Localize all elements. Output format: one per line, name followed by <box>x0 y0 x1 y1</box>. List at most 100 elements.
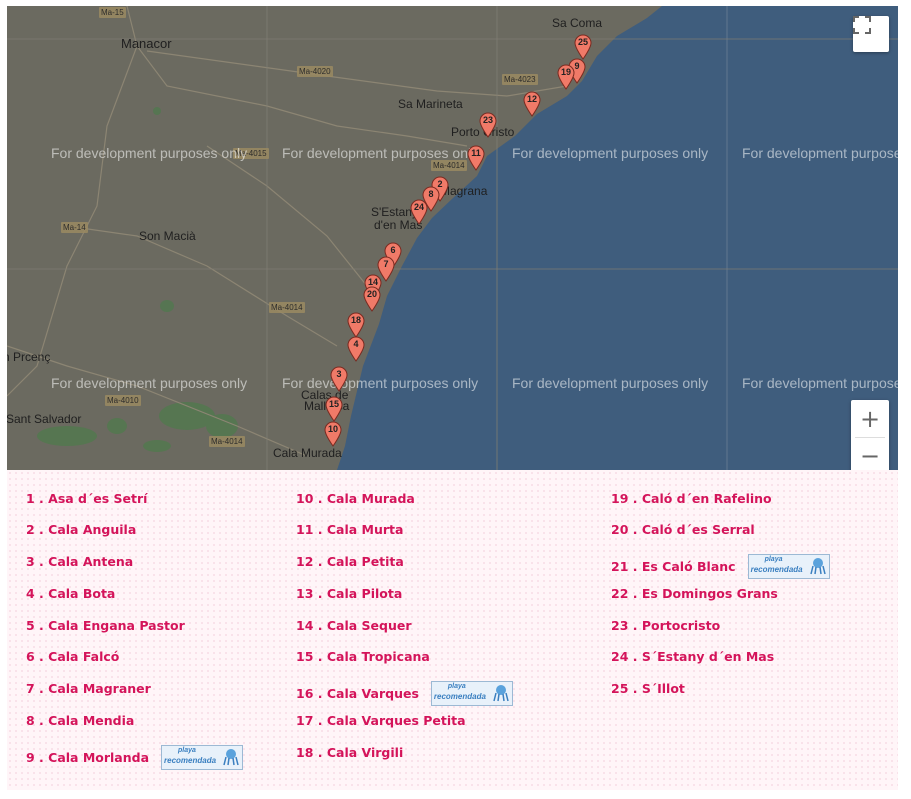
map-pin-number: 18 <box>350 315 361 325</box>
map-pin[interactable]: 18 <box>347 312 365 338</box>
map[interactable]: Manacor Sa Coma Sa Marineta Porto Cristo… <box>7 6 898 470</box>
map-pin-number: 20 <box>366 289 377 299</box>
beach-link[interactable]: 10 . Cala Murada <box>296 491 415 506</box>
zoom-control[interactable]: + − <box>851 400 889 470</box>
beach-list-item[interactable]: 9 . Cala Morlanda playa recomendada <box>26 745 244 770</box>
badge-text-recomendada: recomendada <box>164 756 217 765</box>
beach-list-item[interactable]: 3 . Cala Antena <box>26 554 133 569</box>
beach-link[interactable]: 5 . Cala Engana Pastor <box>26 618 185 633</box>
beach-list-item[interactable]: 12 . Cala Petita <box>296 554 404 569</box>
beach-list-item[interactable]: 22 . Es Domingos Grans <box>611 586 778 601</box>
road-label: Ma-4020 <box>297 66 333 77</box>
beach-link[interactable]: 3 . Cala Antena <box>26 554 133 569</box>
map-pin-number: 11 <box>471 148 481 158</box>
beach-link[interactable]: 24 . S´Estany d´en Mas <box>611 649 774 664</box>
map-pin[interactable]: 10 <box>324 421 342 447</box>
map-pin-number: 3 <box>336 369 342 379</box>
beach-list-item[interactable]: 14 . Cala Sequer <box>296 618 412 633</box>
watermark: For development purposes only <box>282 145 479 161</box>
beach-link[interactable]: 12 . Cala Petita <box>296 554 404 569</box>
beach-link[interactable]: 1 . Asa d´es Setrí <box>26 491 147 506</box>
zoom-out-button[interactable]: − <box>851 438 889 471</box>
recommended-beach-badge: playa recomendada <box>747 554 830 579</box>
road-label: Ma-4023 <box>502 74 538 85</box>
map-pin-number: 4 <box>353 339 359 349</box>
beach-list-item[interactable]: 21 . Es Caló Blanc playa recomendada <box>611 554 830 579</box>
road-label: Ma-4014 <box>431 160 467 171</box>
beach-list-item[interactable]: 23 . Portocristo <box>611 618 720 633</box>
beach-list-item[interactable]: 11 . Cala Murta <box>296 522 403 537</box>
road-label: Ma-14 <box>61 222 88 233</box>
beach-link[interactable]: 25 . S´Illot <box>611 681 685 696</box>
watermark: For development purposes only <box>512 145 709 161</box>
beach-list-item[interactable]: 15 . Cala Tropicana <box>296 649 430 664</box>
map-pin[interactable]: 4 <box>347 336 365 362</box>
town-sant-salvador: Sant Salvador <box>7 412 82 426</box>
road-label: Ma-4014 <box>269 302 305 313</box>
beach-list-item[interactable]: 17 . Cala Varques Petita <box>296 713 466 728</box>
beach-link[interactable]: 21 . Es Caló Blanc <box>611 559 736 574</box>
beach-link[interactable]: 23 . Portocristo <box>611 618 720 633</box>
beach-link[interactable]: 7 . Cala Magraner <box>26 681 151 696</box>
map-pin[interactable]: 3 <box>330 366 348 392</box>
map-pin[interactable]: 23 <box>479 112 497 138</box>
map-pin-number: 19 <box>560 67 571 77</box>
octopus-icon <box>493 685 509 702</box>
beach-link[interactable]: 4 . Cala Bota <box>26 586 115 601</box>
beach-list-item[interactable]: 4 . Cala Bota <box>26 586 115 601</box>
beach-list-item[interactable]: 19 . Caló d´en Rafelino <box>611 491 772 506</box>
map-pin[interactable]: 24 <box>410 199 428 225</box>
map-pin[interactable]: 19 <box>557 64 575 90</box>
beach-link[interactable]: 9 . Cala Morlanda <box>26 750 149 765</box>
beach-link[interactable]: 8 . Cala Mendia <box>26 713 134 728</box>
beach-link[interactable]: 18 . Cala Virgili <box>296 745 403 760</box>
map-pin[interactable]: 20 <box>363 286 381 312</box>
fullscreen-icon <box>853 16 871 34</box>
watermark: For development purposes only <box>282 375 479 391</box>
octopus-icon <box>223 749 239 766</box>
beach-link[interactable]: 16 . Cala Varques <box>296 686 419 701</box>
watermark: For development purposes only <box>512 375 709 391</box>
beach-list-item[interactable]: 7 . Cala Magraner <box>26 681 151 696</box>
beach-link[interactable]: 22 . Es Domingos Grans <box>611 586 778 601</box>
beach-list-item[interactable]: 13 . Cala Pilota <box>296 586 402 601</box>
beach-link[interactable]: 15 . Cala Tropicana <box>296 649 430 664</box>
map-pin[interactable]: 11 <box>467 145 485 171</box>
beach-list-item[interactable]: 10 . Cala Murada <box>296 491 415 506</box>
recommended-beach-badge: playa recomendada <box>161 745 244 770</box>
beach-list-item[interactable]: 20 . Caló d´es Serral <box>611 522 755 537</box>
town-sa-marineta: Sa Marineta <box>398 97 463 111</box>
beach-list-item[interactable]: 8 . Cala Mendia <box>26 713 134 728</box>
town-porreres: n Prcenç <box>7 350 51 364</box>
zoom-in-button[interactable]: + <box>851 401 889 437</box>
map-pin[interactable]: 12 <box>523 91 541 117</box>
beach-list-item[interactable]: 6 . Cala Falcó <box>26 649 119 664</box>
octopus-icon <box>809 558 826 575</box>
beach-link[interactable]: 14 . Cala Sequer <box>296 618 412 633</box>
badge-text-recomendada: recomendada <box>750 565 803 574</box>
map-pin[interactable]: 15 <box>325 396 343 422</box>
beach-list-item[interactable]: 16 . Cala Varques playa recomendada <box>296 681 513 706</box>
beach-list-item[interactable]: 25 . S´Illot <box>611 681 685 696</box>
beach-link[interactable]: 19 . Caló d´en Rafelino <box>611 491 772 506</box>
beach-link[interactable]: 20 . Caló d´es Serral <box>611 522 755 537</box>
fullscreen-button[interactable] <box>853 16 889 52</box>
town-cala-murada: Cala Murada <box>273 446 342 460</box>
road-label: Ma-4014 <box>209 436 245 447</box>
town-manacor: Manacor <box>121 36 172 51</box>
beach-link[interactable]: 2 . Cala Anguila <box>26 522 136 537</box>
beach-link[interactable]: 11 . Cala Murta <box>296 522 403 537</box>
beach-list-item[interactable]: 5 . Cala Engana Pastor <box>26 618 185 633</box>
beach-link[interactable]: 13 . Cala Pilota <box>296 586 402 601</box>
beach-link[interactable]: 17 . Cala Varques Petita <box>296 713 466 728</box>
beach-list-item[interactable]: 1 . Asa d´es Setrí <box>26 491 147 506</box>
map-pin-number: 8 <box>428 189 434 199</box>
beach-list-item[interactable]: 2 . Cala Anguila <box>26 522 136 537</box>
map-pin[interactable]: 25 <box>574 34 592 60</box>
map-pin-number: 24 <box>413 202 424 212</box>
beach-link[interactable]: 6 . Cala Falcó <box>26 649 119 664</box>
beach-list-item[interactable]: 18 . Cala Virgili <box>296 745 403 760</box>
watermark: For development purposes only <box>51 145 248 161</box>
watermark: For development purposes only <box>742 375 898 391</box>
beach-list-item[interactable]: 24 . S´Estany d´en Mas <box>611 649 774 664</box>
